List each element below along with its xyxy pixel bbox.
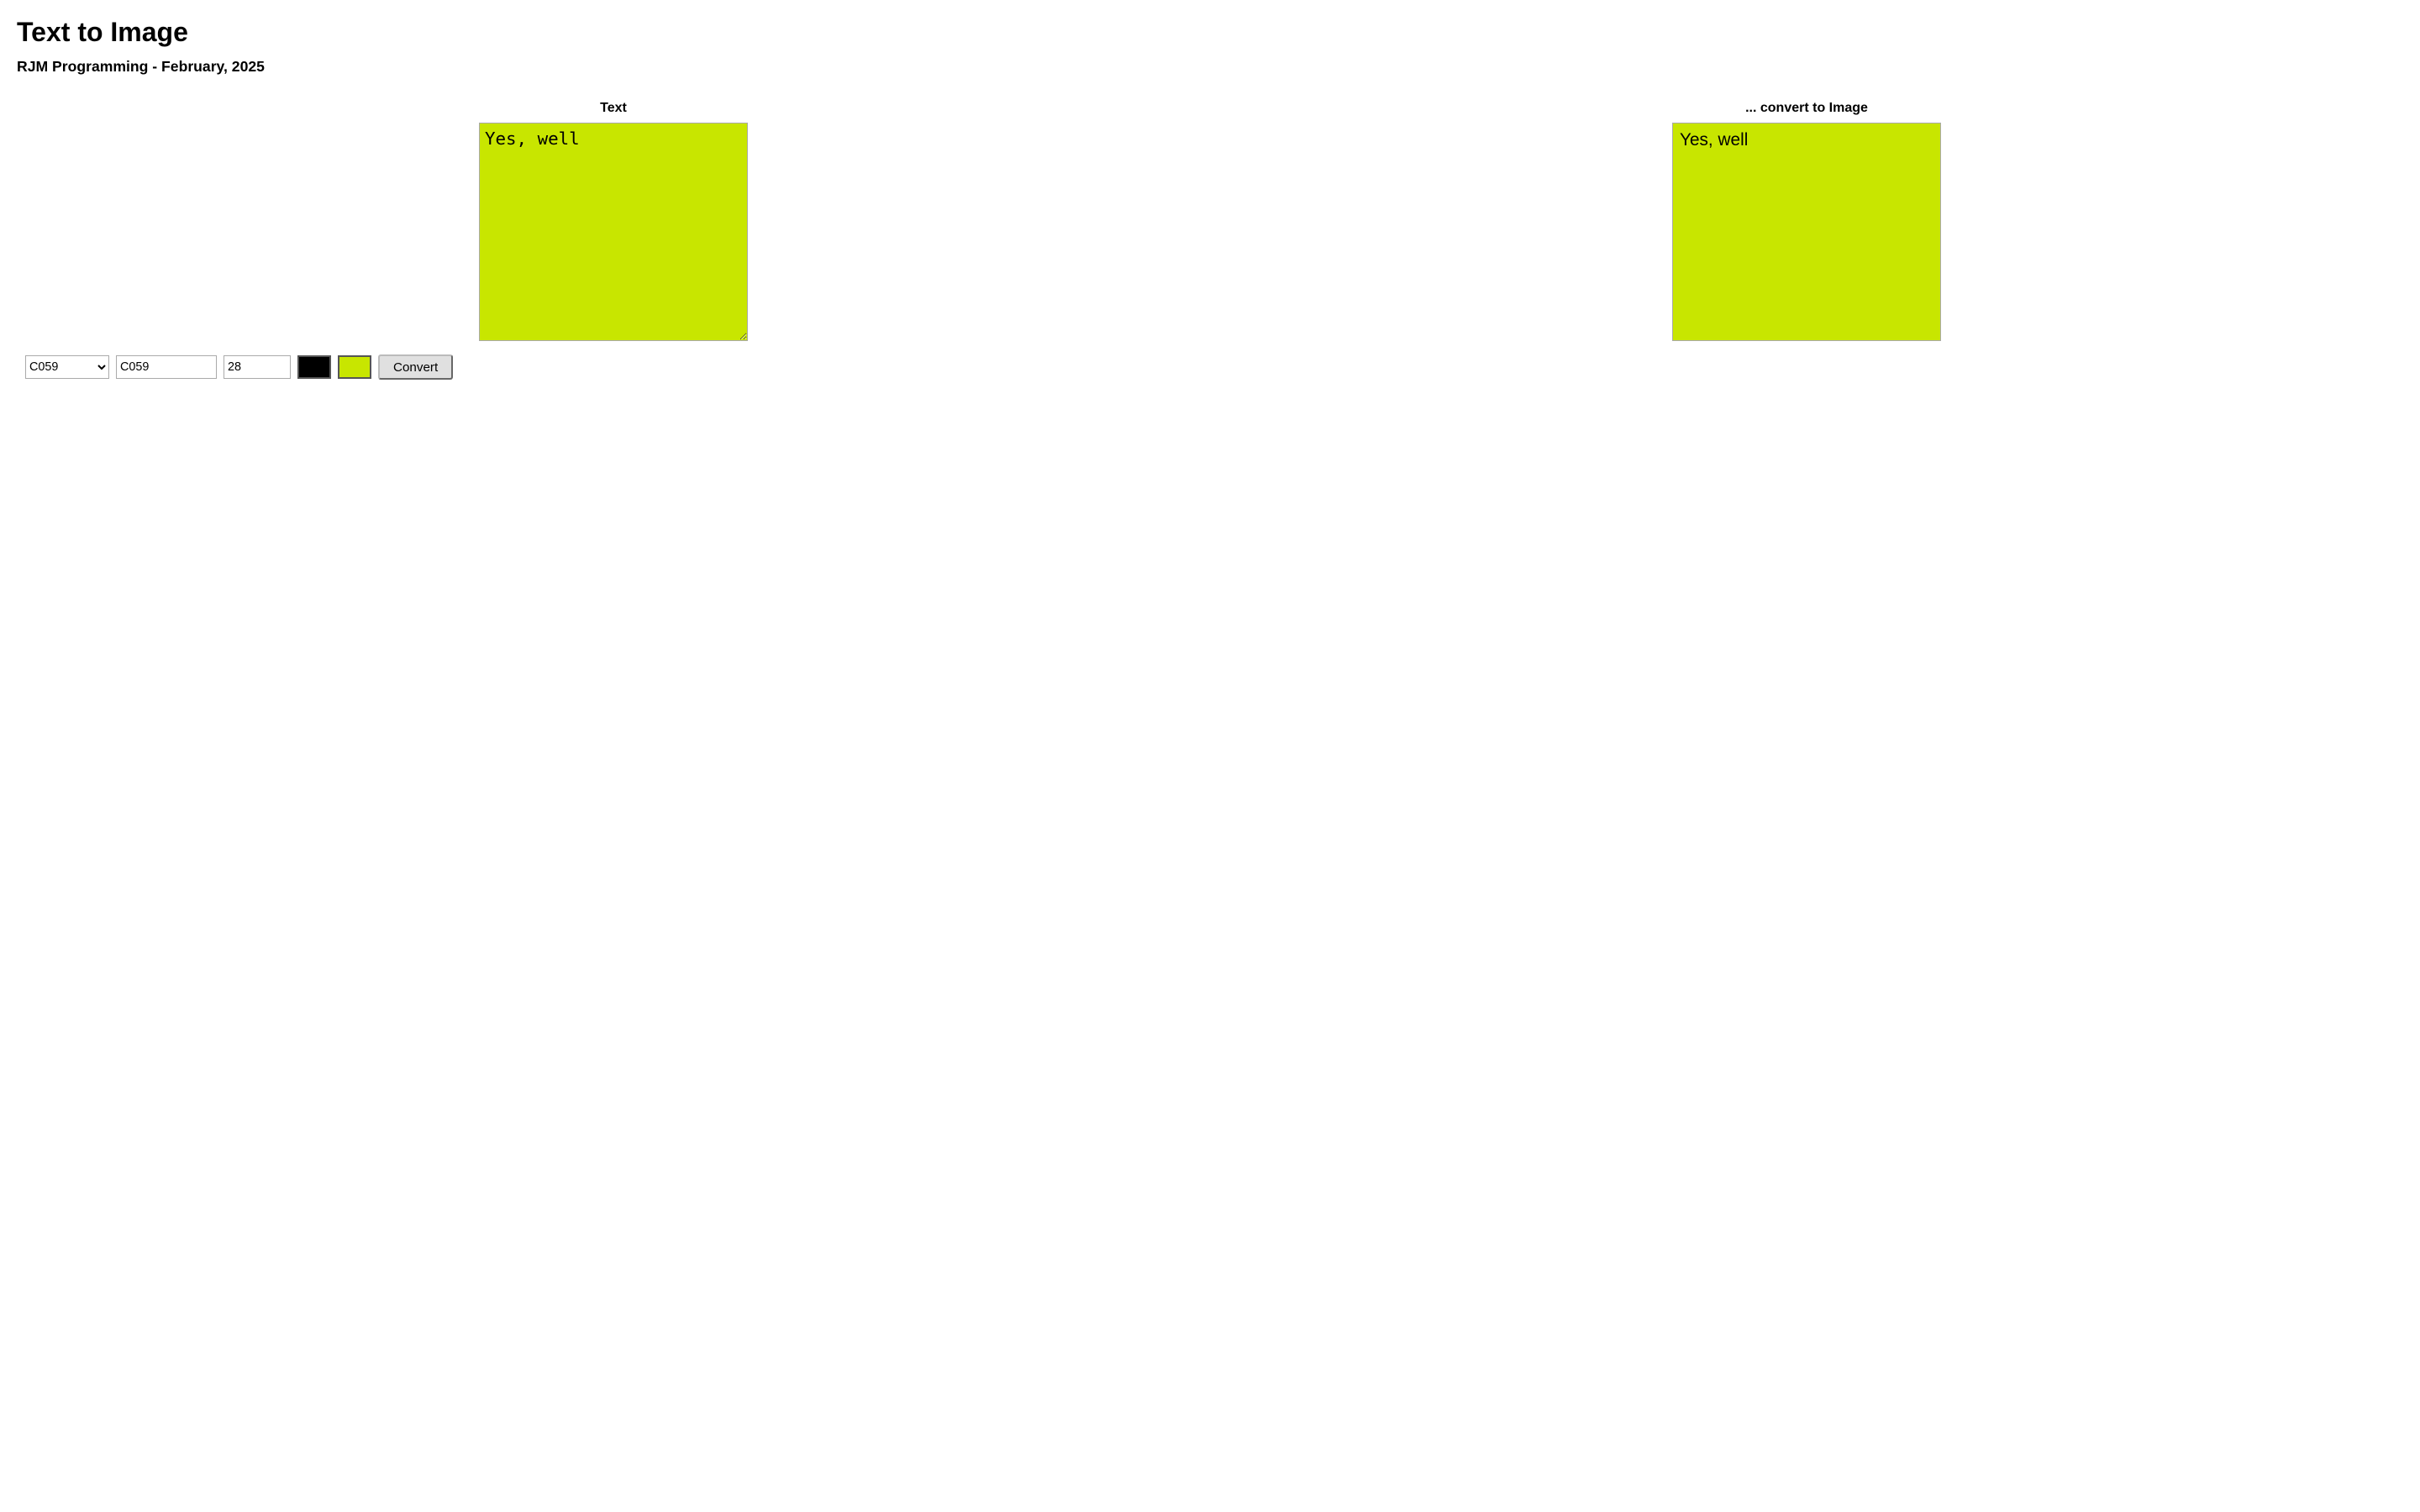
page-title: Text to Image — [17, 17, 2403, 48]
text-input[interactable]: Yes, well — [479, 123, 748, 341]
font-input[interactable] — [116, 355, 217, 379]
text-column-label: Text — [600, 101, 627, 116]
size-input[interactable] — [224, 355, 291, 379]
controls-row: C059 Convert — [17, 354, 2403, 380]
image-preview: Yes, well — [1672, 123, 1941, 341]
main-columns: Text Yes, well ... convert to Image Yes,… — [17, 101, 2403, 341]
image-column-label: ... convert to Image — [1745, 101, 1868, 116]
page-subtitle: RJM Programming - February, 2025 — [17, 58, 2403, 76]
background-color-swatch[interactable] — [338, 355, 371, 379]
foreground-color-swatch[interactable] — [297, 355, 331, 379]
image-column: ... convert to Image Yes, well — [1210, 101, 2403, 341]
text-column: Text Yes, well — [17, 101, 1210, 341]
font-select[interactable]: C059 — [25, 355, 109, 379]
convert-button[interactable]: Convert — [378, 354, 453, 380]
